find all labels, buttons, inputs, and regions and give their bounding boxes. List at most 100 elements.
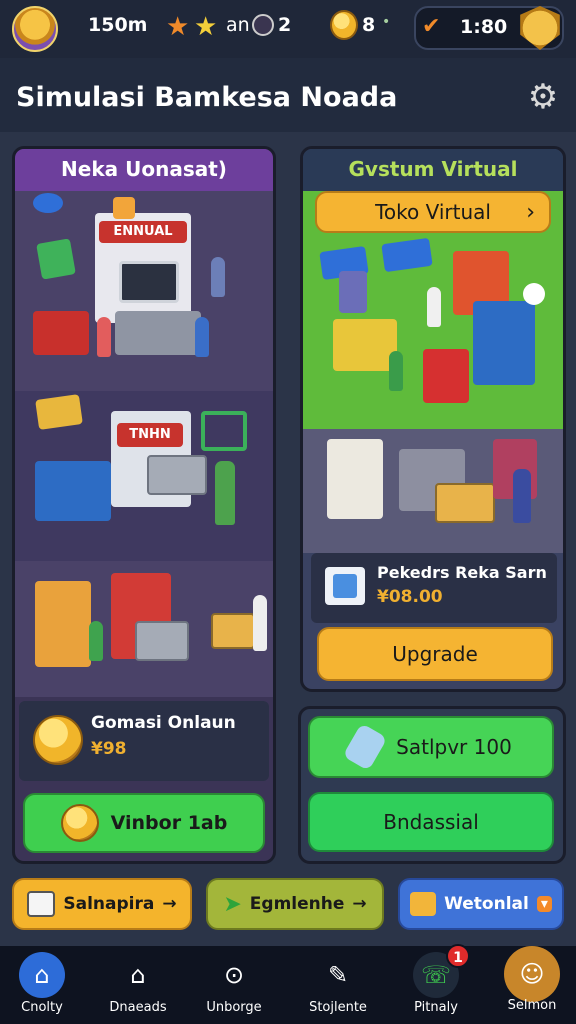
shop-banner: TNHN [117,423,183,447]
counter-stand [333,319,397,371]
gear-icon[interactable]: ⚙ [522,76,564,118]
logo-sign [33,193,63,213]
stacked-boxes [33,311,89,355]
status-dot: • [382,14,391,30]
gate-frame [201,411,247,451]
chevron-right-icon: › [526,199,535,225]
wetonlal-label: Wetonlal [444,894,529,914]
speech-bubble [523,283,545,305]
shopping-cart [147,455,207,495]
item-price: ¥08.00 [377,587,443,607]
child-figure [89,621,103,661]
coin-stack-icon [33,715,83,765]
nav-label: Dnaeads [109,1000,167,1015]
sign-board [381,237,433,273]
package-icon [333,574,357,598]
satlpvr-button[interactable]: Satlpvr 100 [308,716,554,778]
shop-building [473,301,535,385]
customer-figure [195,317,209,357]
basket-cart [211,613,255,649]
right-panel-title: Gvstum Virtual [348,157,518,181]
nav-item-dnaeads[interactable]: ⌂ Dnaeads [90,952,186,1020]
coins-value: 8 [362,14,376,36]
document-icon [27,891,56,917]
nav-label: Stojlente [309,1000,367,1015]
shopper-figure [427,287,441,327]
nav-item-home[interactable]: ⌂ Cnolty [0,952,90,1020]
salnapira-button[interactable]: Salnapira → [12,878,192,930]
shopper-figure [253,595,267,651]
sale-sign [35,394,83,430]
nav-item-pitnaly[interactable]: ☏ Pitnaly [388,952,484,1020]
info-value: ¥98 [91,739,127,759]
toko-virtual-label: Toko Virtual [375,200,491,224]
house-outline-icon: ⌂ [130,961,146,989]
nav-label: Unborge [206,1000,262,1015]
stars-count: 2 [278,14,292,36]
item-title: Pekedrs Reka Sarn [377,563,547,582]
compass-icon: ⊙ [223,961,245,989]
bndassial-button[interactable]: Bndassial [308,792,554,852]
item-thumbnail [325,567,365,605]
home-icon: ⌂ [19,952,65,998]
shopper-figure [215,461,235,525]
check-icon: ✔ [422,14,441,39]
shopping-cart [135,621,189,661]
egmlenhe-label: Egmlenhe [249,894,345,914]
toko-virtual-button[interactable]: Toko Virtual › [315,191,551,233]
target-icon [252,14,274,36]
counter-desk [115,311,201,355]
shopper-figure [389,351,403,391]
wetonlal-button[interactable]: Wetonlal ▾ [398,878,564,930]
nav-item-stojlente[interactable]: ✎ Stojlente [290,952,386,1020]
page-title: Simulasi Bamkesa Noada [16,82,398,113]
cashier-figure [211,257,225,297]
star-icon: ★ [166,12,190,42]
vinbor-button[interactable]: Vinbor 1ab [23,793,265,853]
vinbor-button-label: Vinbor 1ab [110,812,228,834]
vending-machine [423,349,469,403]
sign-board [36,238,76,280]
star-icon: ★ [194,12,218,42]
egmlenhe-button[interactable]: ➤ Egmlenhe → [206,878,384,930]
customer-figure [97,317,111,357]
player-avatar[interactable] [12,6,58,52]
arrow-icon: ➤ [223,891,242,917]
distance-value: 150m [88,14,148,36]
shopping-cart [435,483,495,523]
left-panel-title: Neka Uonasat) [61,157,227,181]
shelf-unit [35,461,111,521]
edit-icon: ✎ [327,961,349,989]
shop-banner: ENNUAL [99,221,187,243]
arrow-right-icon: → [162,894,177,914]
nav-item-selmon[interactable]: ☺ Selmon [484,946,576,1020]
coin-icon [60,804,99,842]
chevron-down-icon: ▾ [536,896,552,912]
nav-label: Pitnaly [414,1000,458,1015]
info-title: Gomasi Onlaun [91,713,236,733]
virtual-store-scene: Toko Virtual › [303,191,563,429]
shopper-figure [513,469,531,523]
nav-label: Cnolty [21,1000,63,1015]
profile-icon: ☺ [504,946,560,1002]
box-icon [113,197,135,219]
computer-monitor [119,261,179,303]
nav-label: Selmon [507,998,557,1013]
arrow-right-icon: → [352,894,367,914]
store-scene-2: TNHN [15,391,273,561]
machine-box [339,271,367,313]
stars-label: an [226,14,250,36]
coin-icon [330,10,358,40]
timer-value: 1:80 [460,16,508,38]
store-scene-3 [15,561,273,697]
upgrade-button[interactable]: Upgrade [317,627,553,681]
sale-poster [327,439,383,519]
left-panel: Neka Uonasat) ENNUAL TNHN Gomasi Onlaun [12,146,276,864]
satlpvr-label: Satlpvr 100 [396,735,512,759]
notification-badge: 1 [446,944,470,968]
store-scene-1: ENNUAL [15,191,273,391]
salnapira-label: Salnapira [63,894,155,914]
nav-item-unborge[interactable]: ⊙ Unborge [186,952,282,1020]
snack-shelf [35,581,91,667]
right-panel: Gvstum Virtual Toko Virtual › Pekedrs Re… [300,146,566,692]
